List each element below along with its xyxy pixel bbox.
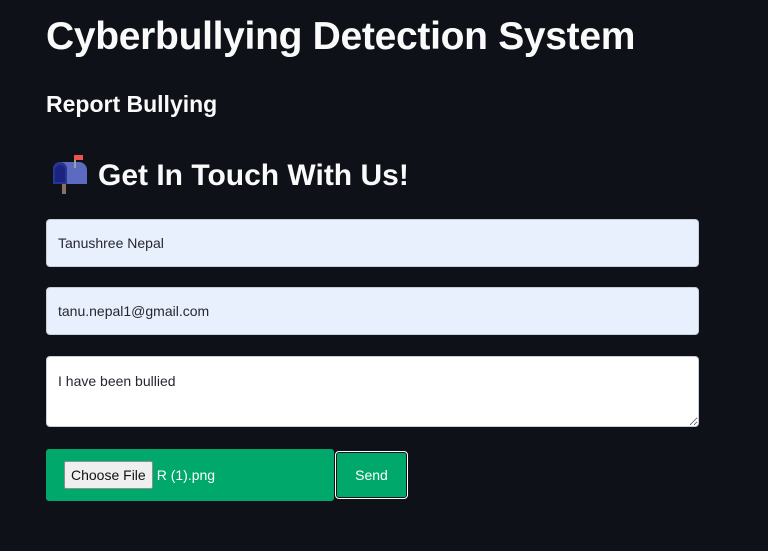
app-title: Cyberbullying Detection System bbox=[46, 15, 636, 58]
mailbox-icon bbox=[53, 155, 87, 194]
contact-heading: Get In Touch With Us! bbox=[46, 154, 409, 198]
selected-file-name: R (1).png bbox=[156, 467, 216, 483]
name-field[interactable] bbox=[46, 219, 699, 267]
contact-title: Get In Touch With Us! bbox=[98, 159, 409, 192]
section-title: Report Bullying bbox=[46, 91, 218, 117]
send-button[interactable]: Send bbox=[335, 451, 408, 499]
message-field[interactable]: I have been bullied bbox=[46, 356, 699, 427]
email-field[interactable] bbox=[46, 287, 699, 335]
file-upload-area[interactable]: Choose File R (1).png bbox=[46, 449, 334, 501]
choose-file-button[interactable]: Choose File bbox=[64, 461, 153, 489]
